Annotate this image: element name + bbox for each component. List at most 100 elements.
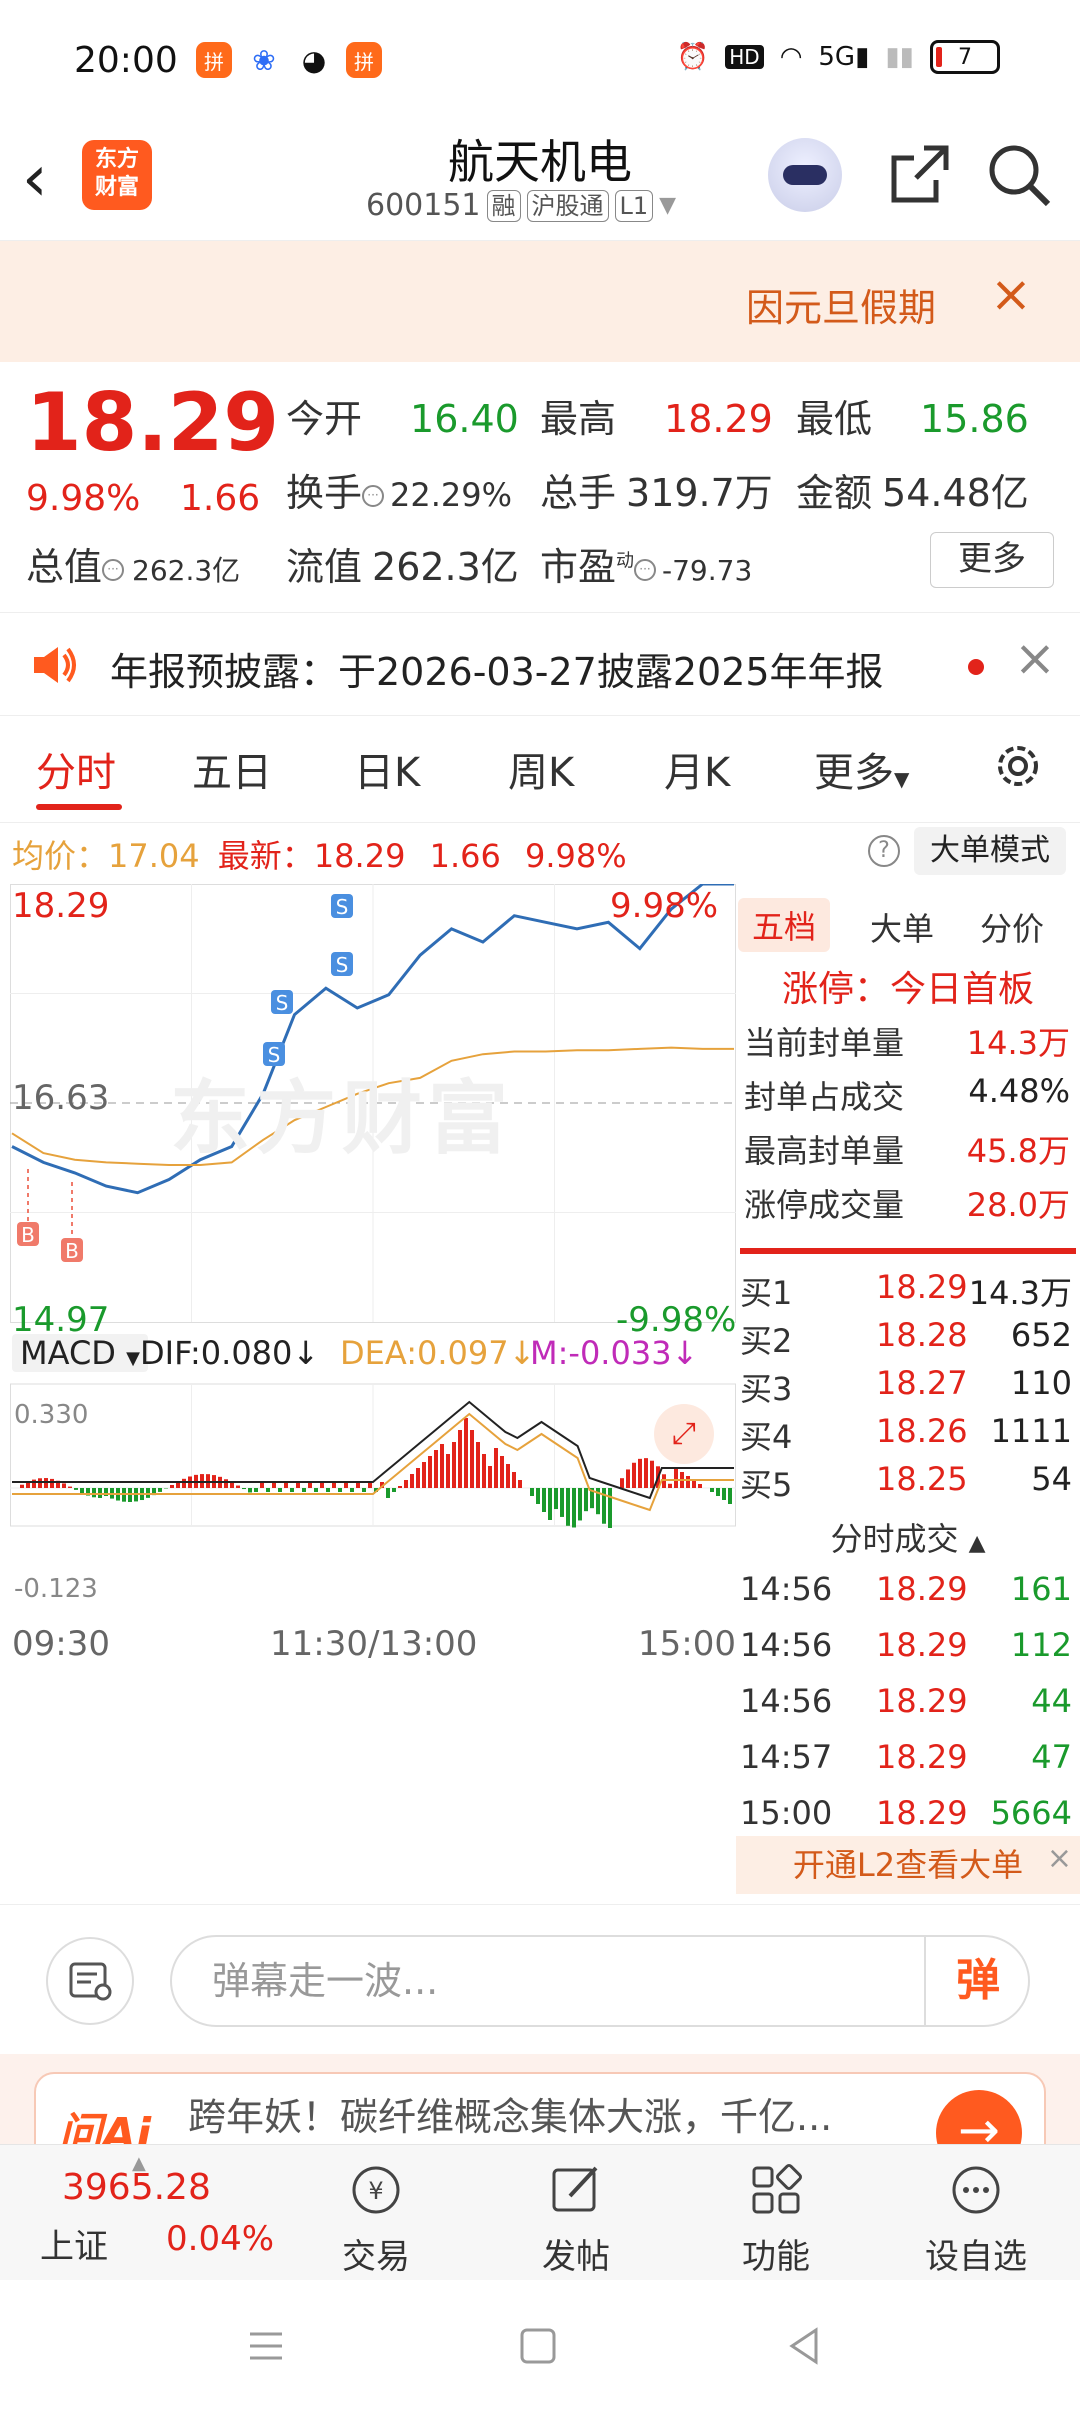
top-price-label: 18.29 — [12, 886, 110, 926]
marker-label: S — [336, 953, 349, 977]
arrow-right-icon[interactable]: → — [936, 2090, 1022, 2144]
time-mid: 11:30/13:00 — [270, 1624, 478, 1664]
seal-label: 封单占成交 — [744, 1078, 905, 1116]
low-value: 15.86 — [920, 397, 1029, 441]
ai-banner-box[interactable]: 问Ai 跨年妖！碳纤维概念集体大涨，千亿... → — [34, 2072, 1046, 2144]
danmaku-settings-icon[interactable] — [46, 1937, 134, 2025]
summary-text: 均价：17.04 最新：18.29 1.66 9.98% — [12, 831, 627, 877]
macd-bar — [512, 1472, 516, 1488]
ticks-title[interactable]: 分时成交 ▲ — [736, 1514, 1080, 1560]
battery-icon: 7 — [930, 40, 1000, 74]
tab-monthly[interactable]: 月K — [664, 740, 730, 798]
close-icon[interactable]: × — [1047, 1830, 1072, 1888]
functions-button[interactable]: 功能 — [706, 2155, 846, 2278]
close-icon[interactable]: × — [1014, 629, 1056, 687]
mid-price-label: 16.63 — [12, 1078, 110, 1118]
latest-value: 18.29 — [313, 837, 406, 875]
info-icon[interactable]: ··· — [634, 558, 657, 581]
holiday-notice[interactable]: 因元旦假期 × — [0, 240, 1080, 362]
l2-text: 开通L2查看大单 — [792, 1846, 1024, 1884]
chart-canvas[interactable]: BBSSSS — [10, 884, 736, 1904]
high-value: 18.29 — [664, 397, 773, 441]
intraday-chart[interactable]: BBSSSS 18.29 9.98% 16.63 14.97 -9.98% 东方… — [10, 884, 736, 1904]
macd-bar — [326, 1488, 330, 1492]
dropdown-icon[interactable]: ▼ — [659, 193, 676, 218]
pe-item: 市盈动 ··· -79.73 — [540, 536, 752, 591]
ai-robot-icon[interactable] — [768, 138, 842, 212]
status-bar: 20:00 拼 ❀ ◕ 拼 ⏰ HD ◠ 5G▮ ▮▮ 7 — [0, 0, 1080, 120]
bid-label: 买5 — [740, 1466, 793, 1504]
danmaku-input[interactable]: 弹幕走一波... — [170, 1935, 1030, 2027]
macd-bar — [62, 1483, 66, 1488]
macd-bar — [170, 1484, 174, 1488]
bid-volume: 652 — [1010, 1316, 1072, 1354]
menu-icon[interactable] — [246, 2326, 286, 2366]
more-button[interactable]: 更多 — [930, 532, 1054, 588]
macd-select[interactable]: MACD ▼ — [12, 1334, 148, 1372]
help-icon[interactable]: ? — [868, 835, 900, 867]
bid-price: 18.28 — [876, 1316, 968, 1354]
tab-more[interactable]: 更多▼ — [814, 740, 909, 798]
search-icon[interactable] — [984, 140, 1054, 210]
grid-icon — [706, 2155, 846, 2225]
seal-label: 涨停成交量 — [744, 1186, 905, 1224]
index-value[interactable]: 3965.28 — [62, 2167, 211, 2208]
tab-daily[interactable]: 日K — [354, 740, 420, 798]
dea-value: DEA:0.097↓ — [340, 1334, 536, 1372]
bid-label: 买3 — [740, 1370, 793, 1408]
gear-icon[interactable] — [990, 738, 1046, 794]
turnover-item: 换手 ··· 22.29% — [286, 462, 512, 517]
macd-bar — [632, 1462, 636, 1488]
wechat-icon: ◕ — [296, 42, 332, 78]
latest-pct: 9.98% — [525, 837, 627, 875]
macd-bar — [422, 1462, 426, 1488]
seal-label: 最高封单量 — [744, 1132, 905, 1170]
macd-bar — [20, 1484, 24, 1488]
tab-weekly[interactable]: 周K — [508, 740, 574, 798]
home-icon[interactable] — [518, 2326, 558, 2366]
expand-icon[interactable]: ⤢ — [654, 1404, 714, 1464]
macd-bar — [338, 1488, 342, 1492]
big-order-mode-button[interactable]: 大单模式 — [914, 827, 1066, 875]
tick-volume: 112 — [1010, 1626, 1072, 1664]
danmaku-bar: 弹幕走一波... 弹 — [0, 1904, 1080, 2054]
stock-header: ‹ 东方 财富 航天机电 600151 融 沪股通 L1 ▼ — [0, 120, 1080, 240]
panel-tabs: 五档 大单 分价 — [736, 890, 1080, 952]
announcement-bar[interactable]: 年报预披露：于2026-03-27披露2025年年报 × — [0, 612, 1080, 716]
tick-time: 15:00 — [740, 1794, 833, 1832]
seal-row: 涨停成交量 28.0万 — [744, 1180, 1070, 1226]
latest-label: 最新： — [217, 837, 314, 875]
tab-big-orders[interactable]: 大单 — [870, 904, 934, 950]
tab-five-levels[interactable]: 五档 — [738, 898, 831, 952]
macd-bar — [386, 1488, 390, 1498]
l2-upgrade-banner[interactable]: 开通L2查看大单 × — [736, 1836, 1080, 1894]
tick-row: 14:56 18.29 112 — [740, 1626, 1076, 1664]
ai-banner[interactable]: 问Ai 跨年妖！碳纤维概念集体大涨，千亿... → — [0, 2054, 1080, 2144]
info-icon[interactable]: ··· — [102, 558, 125, 581]
macd-bar — [716, 1488, 720, 1496]
macd-bar — [722, 1488, 726, 1500]
index-name: 上证 — [40, 2227, 108, 2267]
trade-button[interactable]: ¥ 交易 — [306, 2155, 446, 2278]
signal-icon: ▮▮ — [885, 42, 914, 72]
macd-bar — [146, 1488, 150, 1498]
trade-icon: ¥ — [306, 2155, 446, 2225]
chart-tabs: 分时 五日 日K 周K 月K 更多▼ — [0, 720, 1080, 818]
close-icon[interactable]: × — [990, 265, 1032, 323]
info-icon[interactable]: ··· — [362, 484, 385, 507]
macd-bar — [302, 1488, 306, 1492]
bid-row: 买1 18.29 14.3万 — [740, 1268, 1076, 1314]
tab-5day[interactable]: 五日 — [192, 740, 272, 798]
share-icon[interactable] — [884, 140, 954, 210]
danmaku-send-button[interactable]: 弹 — [924, 1935, 1030, 2027]
macd-bar — [80, 1488, 84, 1494]
add-watchlist-button[interactable]: 设自选 — [906, 2155, 1046, 2278]
tab-intraday[interactable]: 分时 — [36, 740, 116, 798]
macd-bar — [548, 1488, 552, 1520]
stock-code-row[interactable]: 600151 融 沪股通 L1 ▼ — [366, 188, 676, 223]
back-nav-icon[interactable] — [784, 2326, 824, 2366]
dif-text: DIF:0.080 — [140, 1334, 293, 1372]
post-button[interactable]: 发帖 — [506, 2155, 646, 2278]
chevron-down-icon: ▼ — [894, 767, 910, 791]
tab-price-dist[interactable]: 分价 — [980, 904, 1044, 950]
